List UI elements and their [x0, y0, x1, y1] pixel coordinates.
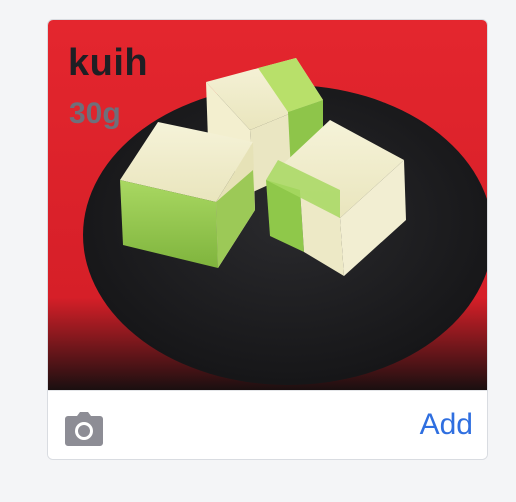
food-card[interactable]: kuih 30g Add — [47, 19, 488, 460]
card-footer: Add — [48, 390, 487, 459]
camera-icon[interactable] — [64, 411, 104, 447]
food-weight: 30g — [69, 97, 121, 130]
add-button[interactable]: Add — [420, 408, 473, 442]
food-title: kuih — [68, 42, 149, 84]
food-photo: kuih 30g — [48, 20, 487, 390]
